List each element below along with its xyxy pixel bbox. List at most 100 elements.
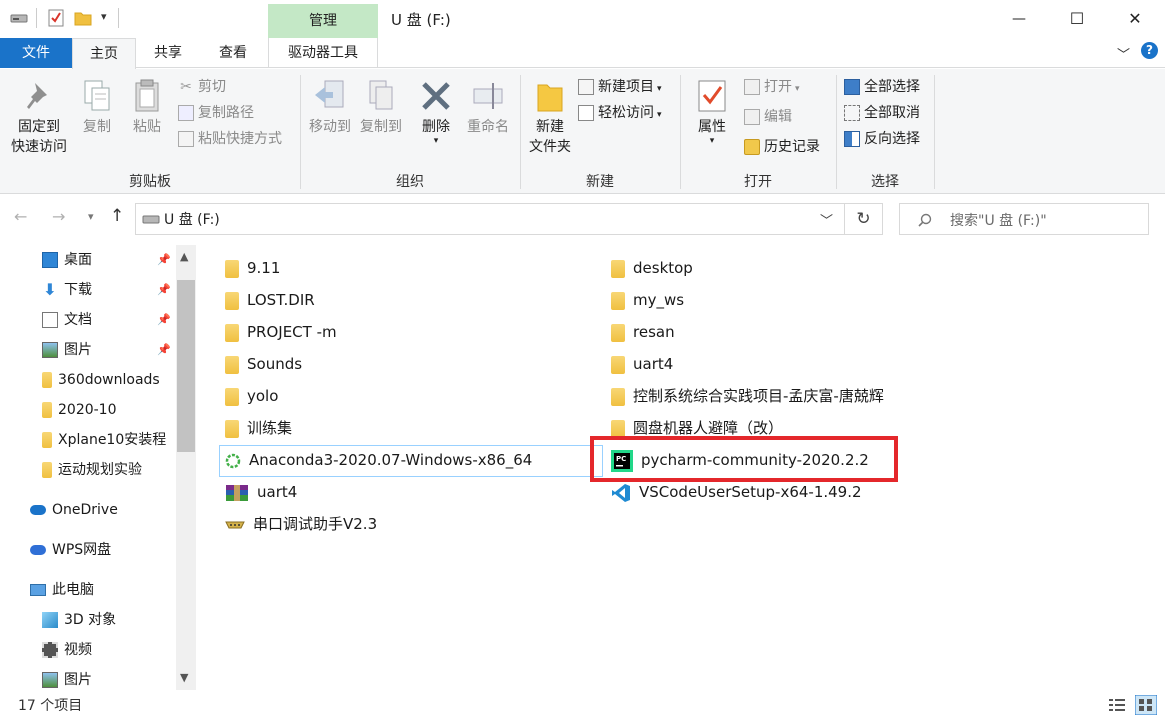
list-item[interactable]: Sounds xyxy=(225,349,302,379)
nav-item-motion-planning[interactable]: 运动规划实验 xyxy=(42,456,176,484)
qat-dropdown-icon[interactable]: ▾ xyxy=(101,10,107,23)
maximize-button[interactable]: ☐ xyxy=(1048,0,1106,38)
scroll-down-icon[interactable]: ▼ xyxy=(180,671,188,684)
tab-home[interactable]: 主页 xyxy=(72,38,136,69)
properties-button[interactable]: 属性 ▾ xyxy=(688,79,736,146)
file-name: 训练集 xyxy=(247,419,293,437)
context-tab-manage[interactable]: 管理 xyxy=(268,4,378,38)
tab-view[interactable]: 查看 xyxy=(200,38,266,68)
tab-drive-tools[interactable]: 驱动器工具 xyxy=(268,38,378,68)
minimize-button[interactable]: — xyxy=(990,0,1048,38)
paste-shortcut-button[interactable]: 粘贴快捷方式 xyxy=(178,127,282,151)
list-item-serial-tool[interactable]: 串口调试助手V2.3 xyxy=(225,509,377,539)
pin-icon[interactable]: 📌 xyxy=(157,253,171,267)
folder-icon xyxy=(225,419,239,438)
nav-item-wps[interactable]: WPS网盘 xyxy=(30,536,176,564)
new-folder-icon xyxy=(537,84,563,112)
list-item[interactable]: uart4 xyxy=(611,349,673,379)
move-to-button[interactable]: 移动到 xyxy=(304,79,356,137)
close-button[interactable]: ✕ xyxy=(1106,0,1164,38)
list-item-winrar[interactable]: uart4 xyxy=(225,477,297,507)
tab-share[interactable]: 共享 xyxy=(136,38,200,68)
search-box[interactable]: 搜索"U 盘 (F:)" xyxy=(899,203,1149,235)
list-item[interactable]: my_ws xyxy=(611,285,684,315)
copy-to-button[interactable]: 复制到 xyxy=(356,79,406,137)
tab-file[interactable]: 文件 xyxy=(0,38,72,68)
nav-item-downloads[interactable]: ⬇ 下载 xyxy=(42,276,158,304)
nav-item-pictures[interactable]: 图片 xyxy=(42,336,158,364)
computer-icon xyxy=(30,584,46,596)
nav-item-360downloads[interactable]: 360downloads xyxy=(42,366,176,394)
collapse-ribbon-icon[interactable]: ﹀ xyxy=(1117,44,1130,63)
wps-cloud-icon xyxy=(30,545,46,555)
copy-to-icon xyxy=(369,80,393,110)
copy-path-button[interactable]: 复制路径 xyxy=(178,101,254,125)
pin-icon[interactable]: 📌 xyxy=(157,343,171,357)
new-folder-button[interactable]: 新建 文件夹 xyxy=(524,79,576,157)
select-none-button[interactable]: 全部取消 xyxy=(844,101,920,125)
recent-locations-icon[interactable]: ▾ xyxy=(88,210,94,223)
list-item[interactable]: 控制系统综合实践项目-孟庆富-唐兢辉 xyxy=(611,381,884,411)
delete-label: 删除 xyxy=(422,119,450,135)
delete-button[interactable]: 删除 ▾ xyxy=(414,79,458,146)
list-item[interactable]: yolo xyxy=(225,381,278,411)
copy-button[interactable]: 复制 xyxy=(76,79,118,137)
list-item[interactable]: LOST.DIR xyxy=(225,285,315,315)
rename-label: 重命名 xyxy=(467,119,509,135)
details-view-icon[interactable] xyxy=(1108,697,1126,713)
scroll-up-icon[interactable]: ▲ xyxy=(180,250,188,263)
copy-path-icon xyxy=(178,105,194,121)
list-item[interactable]: 9.11 xyxy=(225,253,280,283)
back-arrow-icon[interactable]: ← xyxy=(14,207,27,226)
copy-label: 复制 xyxy=(83,119,111,135)
properties-qat-icon[interactable] xyxy=(48,9,64,27)
new-item-button[interactable]: 新建项目 ▾ xyxy=(578,75,662,99)
nav-item-desktop[interactable]: 桌面 xyxy=(42,246,158,274)
history-button[interactable]: 历史记录 xyxy=(744,135,820,159)
refresh-icon[interactable]: ↻ xyxy=(845,203,883,235)
pin-icon[interactable]: 📌 xyxy=(157,283,171,297)
nav-item-onedrive[interactable]: OneDrive xyxy=(30,496,176,524)
new-folder-qat-icon[interactable] xyxy=(74,10,92,26)
rename-button[interactable]: 重命名 xyxy=(462,79,514,137)
address-dropdown-icon[interactable]: ﹀ xyxy=(820,210,833,229)
list-item[interactable]: resan xyxy=(611,317,675,347)
forward-arrow-icon[interactable]: → xyxy=(52,207,65,226)
list-item[interactable]: 训练集 xyxy=(225,413,292,443)
help-icon[interactable]: ? xyxy=(1141,42,1158,59)
file-name: LOST.DIR xyxy=(247,291,315,309)
group-label-open: 打开 xyxy=(744,174,772,190)
nav-item-this-pc[interactable]: 此电脑 xyxy=(30,576,176,604)
nav-item-xplane10[interactable]: Xplane10安装程 xyxy=(42,426,176,454)
open-button[interactable]: 打开 ▾ xyxy=(744,75,800,99)
large-icons-view-icon[interactable] xyxy=(1135,695,1157,715)
list-item[interactable]: PROJECT -m xyxy=(225,317,337,347)
properties-check-icon xyxy=(698,80,726,112)
pin-label-1: 固定到 xyxy=(18,119,60,135)
folder-icon xyxy=(611,355,625,374)
film-icon xyxy=(42,642,58,658)
paste-button[interactable]: 粘贴 xyxy=(126,79,168,137)
nav-label: 3D 对象 xyxy=(64,612,117,628)
file-name: desktop xyxy=(633,259,693,277)
list-item[interactable]: desktop xyxy=(611,253,693,283)
pin-to-quick-access-button[interactable]: 固定到 快速访问 xyxy=(6,79,72,157)
cut-button[interactable]: ✂ 剪切 xyxy=(178,75,226,99)
address-bar[interactable]: U 盘 (F:) ﹀ xyxy=(135,203,845,235)
easy-access-button[interactable]: 轻松访问 ▾ xyxy=(578,101,662,125)
nav-item-videos[interactable]: 视频 xyxy=(42,636,176,664)
invert-selection-button[interactable]: 反向选择 xyxy=(844,127,920,151)
up-arrow-icon[interactable]: ↑ xyxy=(110,206,124,226)
select-all-button[interactable]: 全部选择 xyxy=(844,75,920,99)
nav-label: 2020-10 xyxy=(58,402,117,418)
nav-item-3d-objects[interactable]: 3D 对象 xyxy=(42,606,176,634)
nav-scrollbar-thumb[interactable] xyxy=(177,280,195,452)
pin-icon[interactable]: 📌 xyxy=(157,313,171,327)
paste-shortcut-icon xyxy=(178,131,194,147)
nav-item-2020-10[interactable]: 2020-10 xyxy=(42,396,176,424)
picture-icon xyxy=(42,342,58,358)
nav-item-documents[interactable]: 文档 xyxy=(42,306,158,334)
file-name: Anaconda3-2020.07-Windows-x86_64 xyxy=(249,451,533,469)
edit-button[interactable]: 编辑 xyxy=(744,105,792,129)
list-item-anaconda[interactable]: Anaconda3-2020.07-Windows-x86_64 xyxy=(225,445,532,475)
